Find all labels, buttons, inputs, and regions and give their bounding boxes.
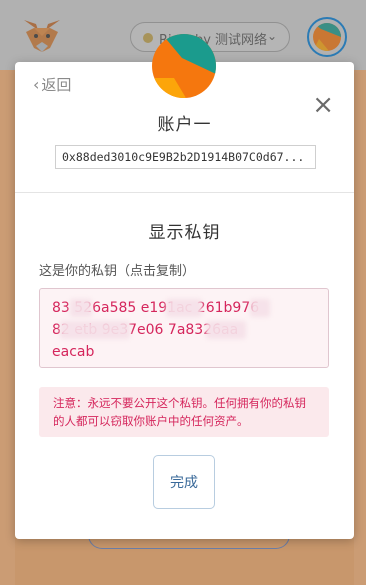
warning-message: 注意：永远不要公开这个私钥。任何拥有你的私钥的人都可以窃取你账户中的任何资产。	[39, 387, 329, 437]
private-key-label: 这是你的私钥（点击复制）	[39, 264, 196, 279]
private-key-line: eacab	[52, 344, 95, 360]
chevron-left-icon: ‹	[33, 75, 40, 94]
back-label: 返回	[41, 76, 72, 94]
private-key-copy-box[interactable]: 83 526a585 e191ac 261b976 82 etb 9e37e06…	[39, 288, 329, 368]
redaction-blur	[166, 299, 202, 317]
account-avatar-large-icon	[152, 34, 216, 98]
account-address-field[interactable]: 0x88ded3010c9E9B2b2D1914B07C0d67...	[55, 145, 316, 169]
section-divider	[15, 192, 354, 193]
back-button[interactable]: ‹ 返回	[33, 74, 71, 95]
redaction-blur	[60, 321, 130, 339]
done-button[interactable]: 完成	[153, 455, 215, 509]
redaction-blur	[206, 321, 246, 339]
account-name: 账户一	[157, 115, 212, 135]
section-title: 显示私钥	[148, 223, 221, 243]
redaction-blur	[250, 299, 270, 317]
export-private-key-modal: ‹ 返回 × 账户一 0x88ded3010c9E9B2b2D1914B07C0…	[15, 34, 354, 539]
redaction-blur	[70, 299, 92, 317]
